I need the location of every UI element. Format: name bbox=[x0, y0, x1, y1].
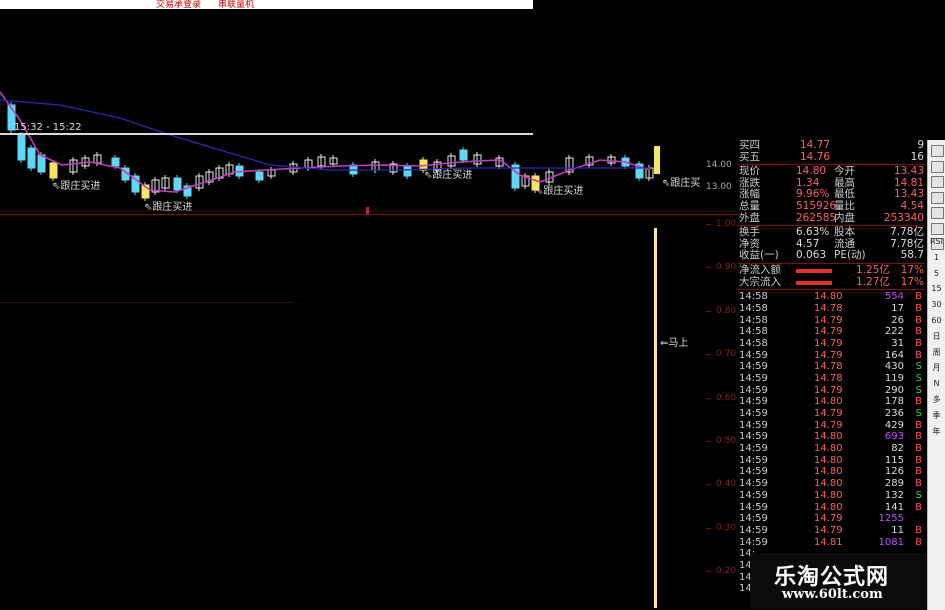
tick-row: 14:59 14.78 430 S bbox=[739, 361, 922, 373]
tick-row: 14:59 14.79 11 B bbox=[739, 524, 922, 536]
sidebar-item[interactable]: N bbox=[929, 377, 944, 391]
stat-row: 外盘 262585 内盘 253340 bbox=[739, 211, 924, 224]
stat-row: 总量 515926 量比 4.54 bbox=[739, 199, 924, 212]
tick-row: 14:59 14.79 290 S bbox=[739, 384, 922, 396]
time-divider bbox=[0, 133, 533, 135]
axis-tick-mark bbox=[706, 354, 711, 356]
tick-row: 14:59 14.80 693 B bbox=[739, 431, 922, 443]
sidebar-item[interactable]: 多 bbox=[929, 393, 944, 407]
axis-tick-mark bbox=[706, 484, 711, 486]
tick-row: 14:59 14.79 164 B bbox=[739, 349, 922, 361]
tick-row: 14:58 14.80 554 B bbox=[739, 291, 922, 303]
buy-signal-label: ⇖跟庄买进 bbox=[144, 202, 193, 213]
stat-row: 收益(一) 0.063 PE(动) 58.7 bbox=[739, 249, 924, 262]
sidebar-item[interactable]: 月 bbox=[929, 361, 944, 375]
tick-row: 14:59 14.80 178 B bbox=[739, 396, 922, 408]
tick-row: 14:59 14.79 1255 bbox=[739, 513, 904, 525]
candle bbox=[17, 134, 26, 161]
sidebar-item[interactable]: 周 bbox=[929, 346, 944, 360]
tick-row: 14:59 14.80 126 B bbox=[739, 466, 922, 478]
toolbar-icon[interactable] bbox=[931, 222, 944, 235]
quote-panel: 买四 14.77 9 买五 14.76 16 现价 14.80 今开 13.43 涨跌 1… bbox=[738, 139, 924, 595]
tick-row: 14:58 14.79 26 B bbox=[739, 314, 922, 326]
flow-row: 大宗流入 1.27亿 17% bbox=[739, 275, 924, 288]
candle bbox=[403, 165, 412, 177]
axis-tick-mark bbox=[706, 224, 711, 225]
tick-row: 14:59 14.80 132 S bbox=[739, 489, 922, 501]
buy-signal-label: ⇖跟庄买进 bbox=[535, 186, 584, 197]
sidebar-item[interactable]: 1 bbox=[929, 251, 944, 265]
axis-tick-mark bbox=[706, 571, 711, 573]
orderbook-row: 买四 14.77 9 bbox=[739, 139, 924, 151]
tick-row: 14:59 14.81 1081 B bbox=[739, 536, 922, 548]
tick-row: 14:58 14.79 31 B bbox=[739, 337, 922, 349]
tick-row: 14:59 14.80 115 B bbox=[739, 454, 922, 466]
candle bbox=[111, 157, 120, 167]
pane-divider bbox=[0, 214, 740, 215]
toolbar-icon[interactable] bbox=[931, 176, 944, 188]
stat-row: 换手 6.63% 股本 7.78亿 bbox=[739, 226, 924, 239]
candle bbox=[173, 177, 182, 191]
toolbar-icon[interactable] bbox=[931, 207, 944, 219]
time-range-label: 15:32 - 15:22 bbox=[14, 122, 82, 133]
flow-row: 净流入额 1.25亿 17% bbox=[739, 263, 924, 276]
sidebar-item[interactable]: 60 bbox=[929, 314, 944, 328]
kline-chart[interactable] bbox=[0, 0, 740, 609]
tick-row: 14:59 14.80 82 B bbox=[739, 443, 922, 455]
axis-tick-mark bbox=[706, 527, 711, 529]
buy-signal-label: ⇖跟庄买 bbox=[662, 178, 701, 189]
tick-row: 14:59 14.79 236 S bbox=[739, 408, 922, 419]
axis-tick-mark bbox=[706, 441, 711, 442]
axis-tick-mark bbox=[706, 267, 711, 269]
tick-row: 14:58 14.78 17 B bbox=[739, 302, 922, 314]
buy-signal-label: ⇖跟庄买进 bbox=[52, 181, 101, 192]
orderbook-row: 买五 14.76 16 bbox=[739, 150, 924, 163]
watermark: 乐淘公式网 www.60lt.com bbox=[750, 553, 927, 609]
sidebar-item[interactable]: 季 bbox=[929, 409, 944, 423]
tick-row: 14:59 14.80 289 B bbox=[739, 478, 922, 490]
candle bbox=[459, 149, 468, 161]
tick-row: 14:59 14.79 429 B bbox=[739, 419, 922, 431]
limit-up-candle bbox=[654, 146, 660, 174]
flow-bar bbox=[796, 280, 832, 285]
axis-tick-mark bbox=[706, 310, 711, 312]
sidebar-item[interactable]: 年 bbox=[929, 425, 944, 439]
candle bbox=[49, 162, 58, 179]
toolbar-icon[interactable] bbox=[931, 191, 944, 204]
candle bbox=[27, 147, 36, 169]
sidebar-item[interactable]: RSI bbox=[929, 235, 944, 249]
axis-tick-mark bbox=[706, 397, 711, 399]
watermark-url: www.60lt.com bbox=[782, 587, 883, 602]
toolbar-icon[interactable] bbox=[931, 160, 944, 173]
indicator-midline bbox=[0, 302, 294, 303]
sidebar-item[interactable]: 15 bbox=[929, 282, 944, 296]
sidebar-item[interactable]: 日 bbox=[929, 330, 944, 344]
buy-signal-label: ⇖跟庄买进 bbox=[424, 170, 473, 181]
tick-row: 14:58 14.79 222 B bbox=[739, 326, 922, 338]
candle bbox=[255, 171, 264, 181]
volume-bar bbox=[654, 228, 657, 608]
signal-label: ⇐马上 bbox=[660, 338, 689, 349]
toolbar-icon[interactable] bbox=[931, 145, 944, 157]
tick-row: 14:59 14.80 141 B bbox=[739, 501, 922, 513]
right-toolbar: RSI 1 5 15 30 60 日周月 N 多季年 bbox=[927, 140, 945, 610]
sidebar-item[interactable]: 5 bbox=[929, 267, 944, 281]
tick-row: 14:59 14.78 119 S bbox=[739, 372, 922, 384]
flow-bar bbox=[796, 268, 832, 273]
red-marker bbox=[366, 207, 369, 214]
sidebar-item[interactable]: 30 bbox=[929, 298, 944, 312]
